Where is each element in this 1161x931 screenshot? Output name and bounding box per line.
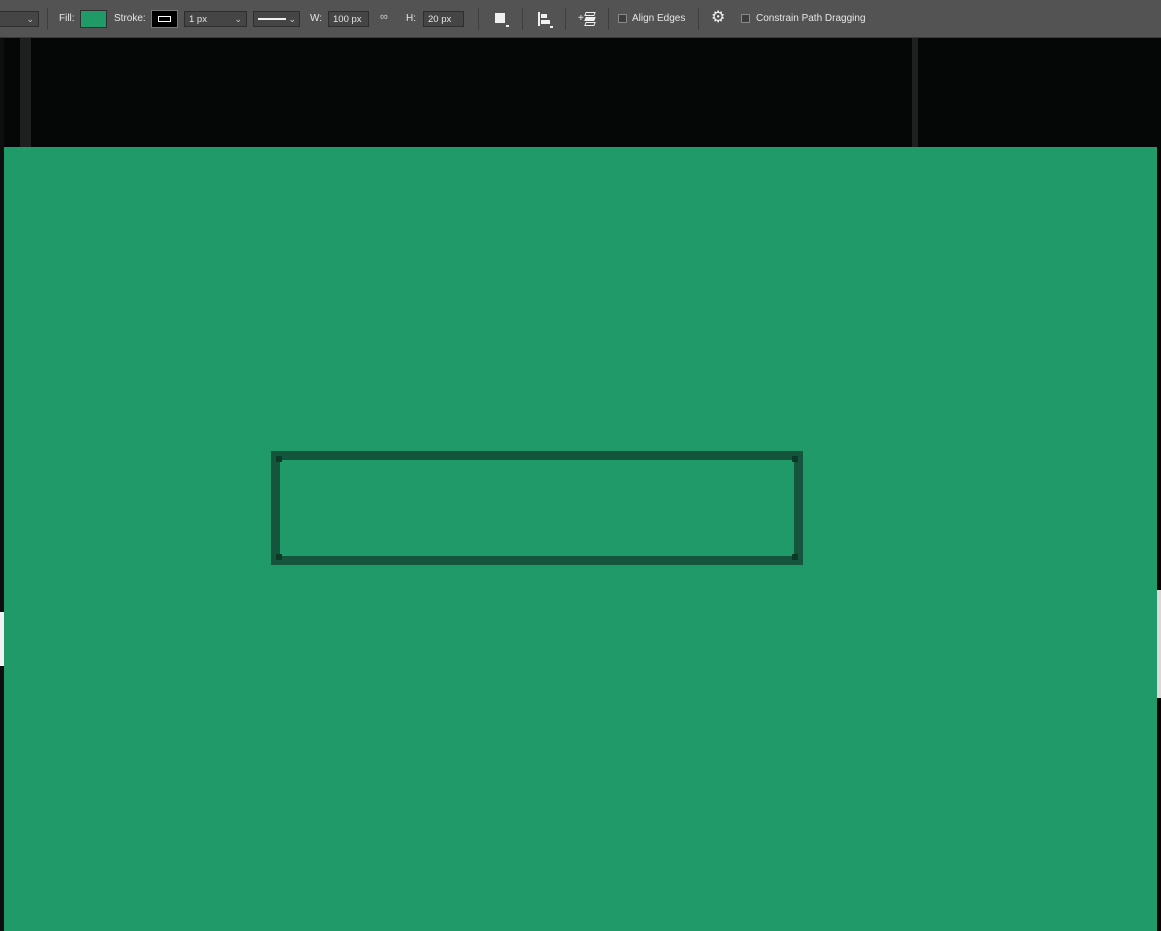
anchor-point[interactable] bbox=[276, 554, 282, 560]
fill-label: Fill: bbox=[59, 13, 75, 24]
align-edges-checkbox[interactable] bbox=[618, 14, 627, 23]
width-input[interactable]: 100 px bbox=[328, 11, 369, 27]
fill-swatch[interactable] bbox=[80, 10, 107, 28]
stroke-label: Stroke: bbox=[114, 13, 146, 24]
stroke-swatch-icon[interactable] bbox=[151, 10, 178, 28]
constrain-path-label[interactable]: Constrain Path Dragging bbox=[756, 12, 866, 26]
height-input[interactable]: 20 px bbox=[423, 11, 464, 27]
divider bbox=[47, 8, 48, 30]
anchor-point[interactable] bbox=[792, 456, 798, 462]
divider bbox=[522, 8, 523, 30]
stroke-style-icon bbox=[258, 18, 286, 20]
chevron-down-icon[interactable]: ⌄ bbox=[234, 12, 242, 27]
divider bbox=[608, 8, 609, 30]
divider bbox=[565, 8, 566, 30]
stroke-style-dropdown[interactable]: ⌄ bbox=[253, 11, 300, 27]
options-bar: ⌄ Fill: Stroke: 1 px ⌄ ⌄ W: 100 px ∞ H: … bbox=[0, 0, 1161, 38]
gear-icon[interactable]: ⚙ bbox=[711, 9, 725, 27]
constrain-path-checkbox[interactable] bbox=[741, 14, 750, 23]
width-label: W: bbox=[310, 13, 323, 24]
height-label: H: bbox=[406, 13, 416, 24]
panel-edge bbox=[20, 38, 31, 148]
stroke-width-field[interactable]: 1 px ⌄ bbox=[184, 11, 247, 27]
anchor-point[interactable] bbox=[792, 554, 798, 560]
tool-mode-dropdown[interactable]: ⌄ bbox=[0, 11, 39, 27]
path-arrangement-icon[interactable]: + bbox=[578, 11, 598, 29]
panel-edge bbox=[912, 38, 918, 148]
align-edges-label[interactable]: Align Edges bbox=[632, 12, 685, 26]
rectangle-shape[interactable] bbox=[271, 451, 803, 565]
chevron-down-icon: ⌄ bbox=[288, 14, 296, 24]
divider bbox=[698, 8, 699, 30]
path-operations-icon[interactable] bbox=[495, 13, 509, 27]
stroke-width-value: 1 px bbox=[189, 14, 207, 25]
chevron-down-icon: ⌄ bbox=[26, 14, 34, 24]
path-alignment-icon[interactable] bbox=[538, 12, 554, 28]
divider bbox=[478, 8, 479, 30]
anchor-point[interactable] bbox=[276, 456, 282, 462]
width-value: 100 px bbox=[333, 14, 362, 25]
edge-highlight bbox=[1157, 590, 1161, 698]
height-value: 20 px bbox=[428, 14, 452, 25]
link-icon[interactable]: ∞ bbox=[380, 11, 388, 23]
